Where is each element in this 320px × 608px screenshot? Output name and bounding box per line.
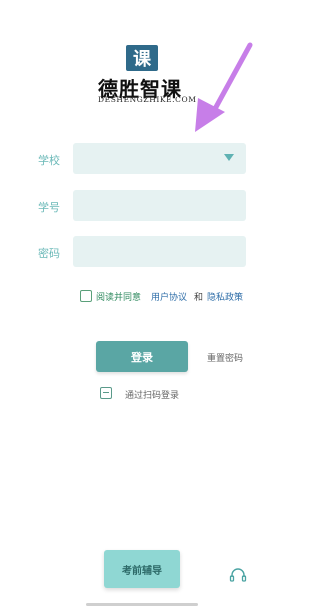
- exam-tutoring-button[interactable]: 考前辅导: [104, 550, 180, 588]
- scan-icon[interactable]: [100, 387, 112, 399]
- school-select[interactable]: [73, 143, 246, 174]
- logo-icon: 课: [126, 45, 158, 71]
- headset-icon[interactable]: [229, 567, 247, 583]
- password-input[interactable]: [73, 236, 246, 267]
- brand-domain: DESHENGZHIKE.COM: [98, 95, 197, 104]
- student-id-label: 学号: [38, 201, 60, 214]
- user-agreement-link[interactable]: 用户协议: [151, 290, 187, 303]
- arrow-annotation-icon: [195, 42, 253, 132]
- school-label: 学校: [38, 154, 60, 167]
- student-id-input[interactable]: [73, 190, 246, 221]
- privacy-policy-link[interactable]: 隐私政策: [207, 290, 243, 303]
- chevron-down-icon[interactable]: [224, 154, 234, 161]
- login-button[interactable]: 登录: [96, 341, 188, 372]
- agreement-and: 和: [194, 293, 204, 303]
- home-indicator: [86, 603, 198, 606]
- logo-icon-text: 课: [133, 49, 151, 70]
- reset-password-link[interactable]: 重置密码: [207, 351, 243, 364]
- agreement-prefix: 阅读并同意: [96, 293, 142, 303]
- agreement-checkbox[interactable]: [80, 290, 92, 302]
- scan-login-link[interactable]: 通过扫码登录: [125, 388, 179, 401]
- password-label: 密码: [38, 247, 60, 260]
